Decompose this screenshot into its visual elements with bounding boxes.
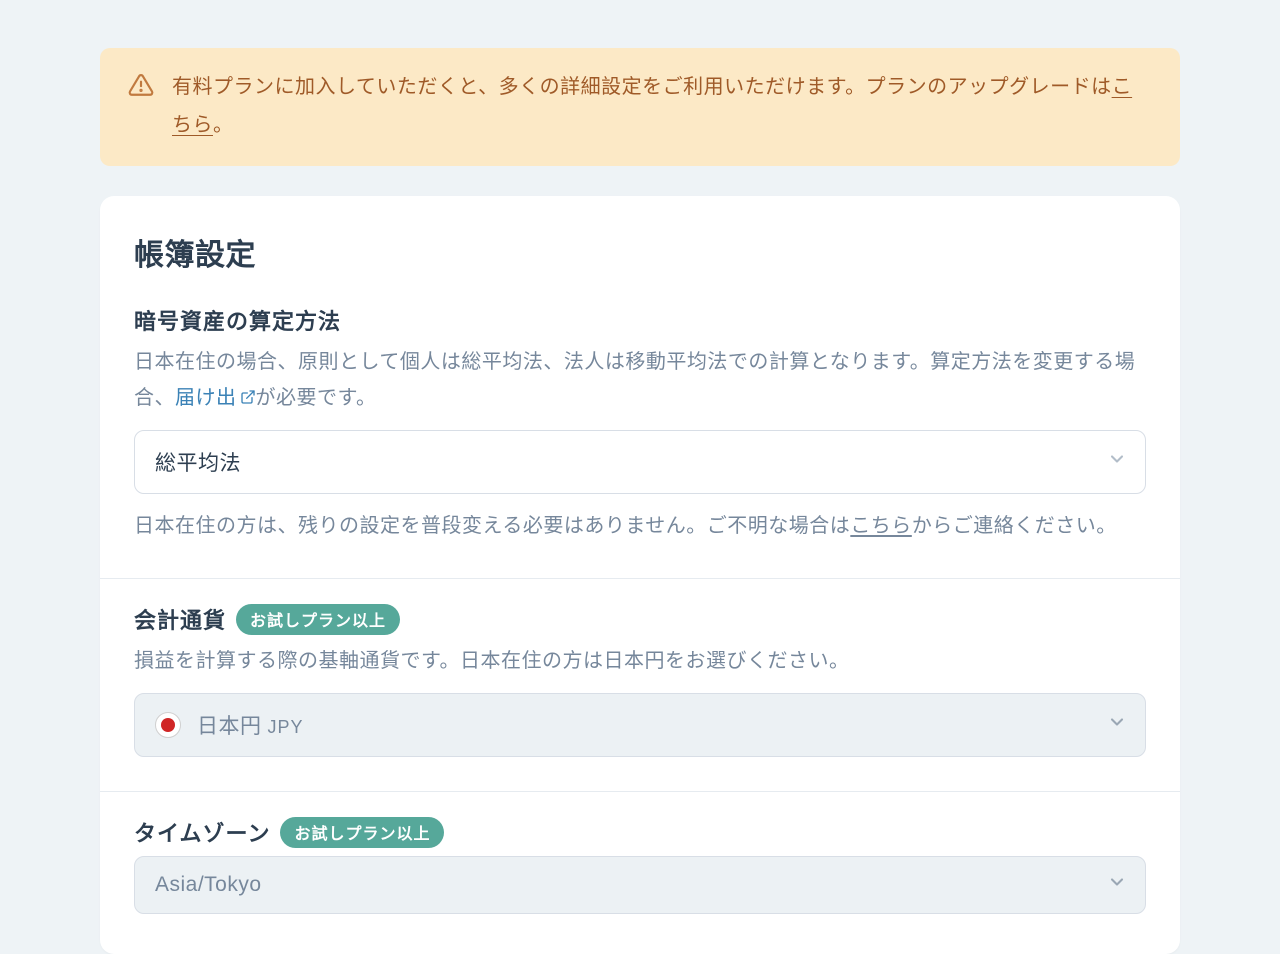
chevron-down-icon bbox=[1107, 712, 1127, 738]
calc-heading-row: 暗号資産の算定方法 bbox=[134, 304, 1146, 336]
timezone-select[interactable]: Asia/Tokyo bbox=[134, 856, 1146, 914]
timezone-value: Asia/Tokyo bbox=[155, 873, 262, 897]
card-header: 帳簿設定 bbox=[100, 196, 1180, 280]
timezone-heading-row: タイムゾーン お試しプラン以上 bbox=[134, 816, 1146, 848]
alert-text-before: 有料プランに加入していただくと、多くの詳細設定をご利用いただけます。プランのアッ… bbox=[172, 76, 1112, 98]
chevron-down-icon bbox=[1107, 872, 1127, 898]
currency-desc: 損益を計算する際の基軸通貨です。日本在住の方は日本円をお選びください。 bbox=[134, 643, 1146, 679]
japan-flag-icon bbox=[155, 712, 181, 738]
calc-desc-after: が必要です。 bbox=[256, 387, 377, 409]
upgrade-alert: 有料プランに加入していただくと、多くの詳細設定をご利用いただけます。プランのアッ… bbox=[100, 48, 1180, 166]
currency-select[interactable]: 日本円 JPY bbox=[134, 693, 1146, 757]
external-link-icon bbox=[240, 389, 256, 405]
currency-heading-row: 会計通貨 お試しプラン以上 bbox=[134, 603, 1146, 635]
notification-link[interactable]: 届け出 bbox=[175, 387, 256, 409]
card-title: 帳簿設定 bbox=[134, 230, 1146, 274]
section-calc-method: 暗号資産の算定方法 日本在住の場合、原則として個人は総平均法、法人は移動平均法で… bbox=[100, 280, 1180, 578]
notification-link-text: 届け出 bbox=[175, 387, 237, 409]
calc-note-after: からご連絡ください。 bbox=[912, 515, 1117, 537]
section-timezone: タイムゾーン お試しプラン以上 Asia/Tokyo bbox=[100, 791, 1180, 954]
currency-heading: 会計通貨 bbox=[134, 603, 226, 635]
calc-heading: 暗号資産の算定方法 bbox=[134, 304, 341, 336]
timezone-plan-badge: お試しプラン以上 bbox=[280, 817, 444, 848]
upgrade-alert-text: 有料プランに加入していただくと、多くの詳細設定をご利用いただけます。プランのアッ… bbox=[172, 68, 1152, 144]
currency-value: 日本円 JPY bbox=[197, 710, 304, 740]
calc-method-select[interactable]: 総平均法 bbox=[134, 430, 1146, 494]
calc-note-before: 日本在住の方は、残りの設定を普段変える必要はありません。ご不明な場合は bbox=[134, 515, 850, 537]
currency-code: JPY bbox=[268, 717, 304, 738]
chevron-down-icon bbox=[1107, 449, 1127, 475]
calc-method-value: 総平均法 bbox=[155, 447, 241, 477]
calc-desc: 日本在住の場合、原則として個人は総平均法、法人は移動平均法での計算となります。算… bbox=[134, 344, 1146, 416]
contact-link[interactable]: こちら bbox=[850, 515, 912, 537]
section-currency: 会計通貨 お試しプラン以上 損益を計算する際の基軸通貨です。日本在住の方は日本円… bbox=[100, 578, 1180, 791]
warning-icon bbox=[128, 72, 154, 104]
currency-name: 日本円 bbox=[197, 710, 262, 740]
alert-text-after: 。 bbox=[213, 114, 234, 136]
calc-note: 日本在住の方は、残りの設定を普段変える必要はありません。ご不明な場合はこちらから… bbox=[134, 508, 1146, 544]
ledger-settings-card: 帳簿設定 暗号資産の算定方法 日本在住の場合、原則として個人は総平均法、法人は移… bbox=[100, 196, 1180, 954]
currency-plan-badge: お試しプラン以上 bbox=[236, 604, 400, 635]
timezone-heading: タイムゾーン bbox=[134, 816, 270, 848]
